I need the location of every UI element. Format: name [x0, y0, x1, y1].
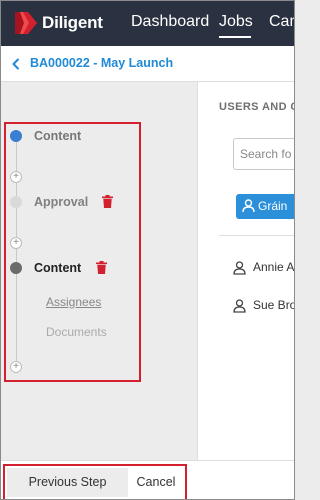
previous-step-button[interactable]: Previous Step: [7, 468, 128, 497]
brand-name: Diligent: [42, 13, 103, 32]
nav-dashboard[interactable]: Dashboard: [131, 13, 209, 31]
chevron-left-icon[interactable]: [11, 58, 21, 70]
substep-assignees-link[interactable]: Assignees: [46, 295, 101, 309]
step-status-dot-complete: [10, 130, 22, 142]
substep-documents-link[interactable]: Documents: [46, 325, 107, 339]
users-and-groups-panel: USERS AND G Gráin Annie A Sue Bro: [197, 82, 295, 460]
user-name: Annie A: [253, 260, 295, 274]
users-heading: USERS AND G: [219, 101, 295, 113]
step-status-dot-current: [10, 262, 22, 274]
user-search-input[interactable]: [240, 145, 295, 163]
divider: [219, 235, 295, 236]
add-step-icon[interactable]: +: [10, 171, 22, 183]
step-status-dot-pending: [10, 196, 22, 208]
diligent-logo-icon[interactable]: [12, 9, 40, 37]
cancel-button[interactable]: Cancel: [128, 468, 184, 497]
nav-jobs[interactable]: Jobs: [219, 13, 253, 31]
footer-highlight: Previous Step Cancel: [3, 464, 187, 500]
user-icon: [233, 261, 246, 275]
user-search-field[interactable]: [233, 138, 295, 170]
workflow-steps-panel: Content + Approval + Content Assignees D…: [4, 122, 141, 382]
delete-step-trash-icon[interactable]: [96, 261, 107, 274]
add-step-icon[interactable]: +: [10, 361, 22, 373]
user-icon: [242, 199, 255, 213]
footer-action-bar: Previous Step Cancel: [0, 460, 295, 500]
add-step-icon[interactable]: +: [10, 237, 22, 249]
group-button[interactable]: Gráin: [236, 194, 295, 219]
group-button-label: Gráin: [258, 199, 288, 213]
breadcrumb-job-link[interactable]: BA000022 - May Launch: [30, 56, 173, 70]
user-name: Sue Bro: [253, 298, 295, 312]
delete-step-trash-icon[interactable]: [102, 195, 113, 208]
nav-active-indicator: [219, 36, 251, 38]
step-content-current-label[interactable]: Content: [34, 261, 81, 275]
user-icon: [233, 299, 246, 313]
top-nav-bar: Diligent Dashboard Jobs Cam: [0, 0, 295, 46]
step-approval-label[interactable]: Approval: [34, 195, 88, 209]
breadcrumb: BA000022 - May Launch: [0, 46, 295, 82]
step-content-label[interactable]: Content: [34, 129, 81, 143]
nav-campaigns[interactable]: Cam: [269, 13, 295, 31]
